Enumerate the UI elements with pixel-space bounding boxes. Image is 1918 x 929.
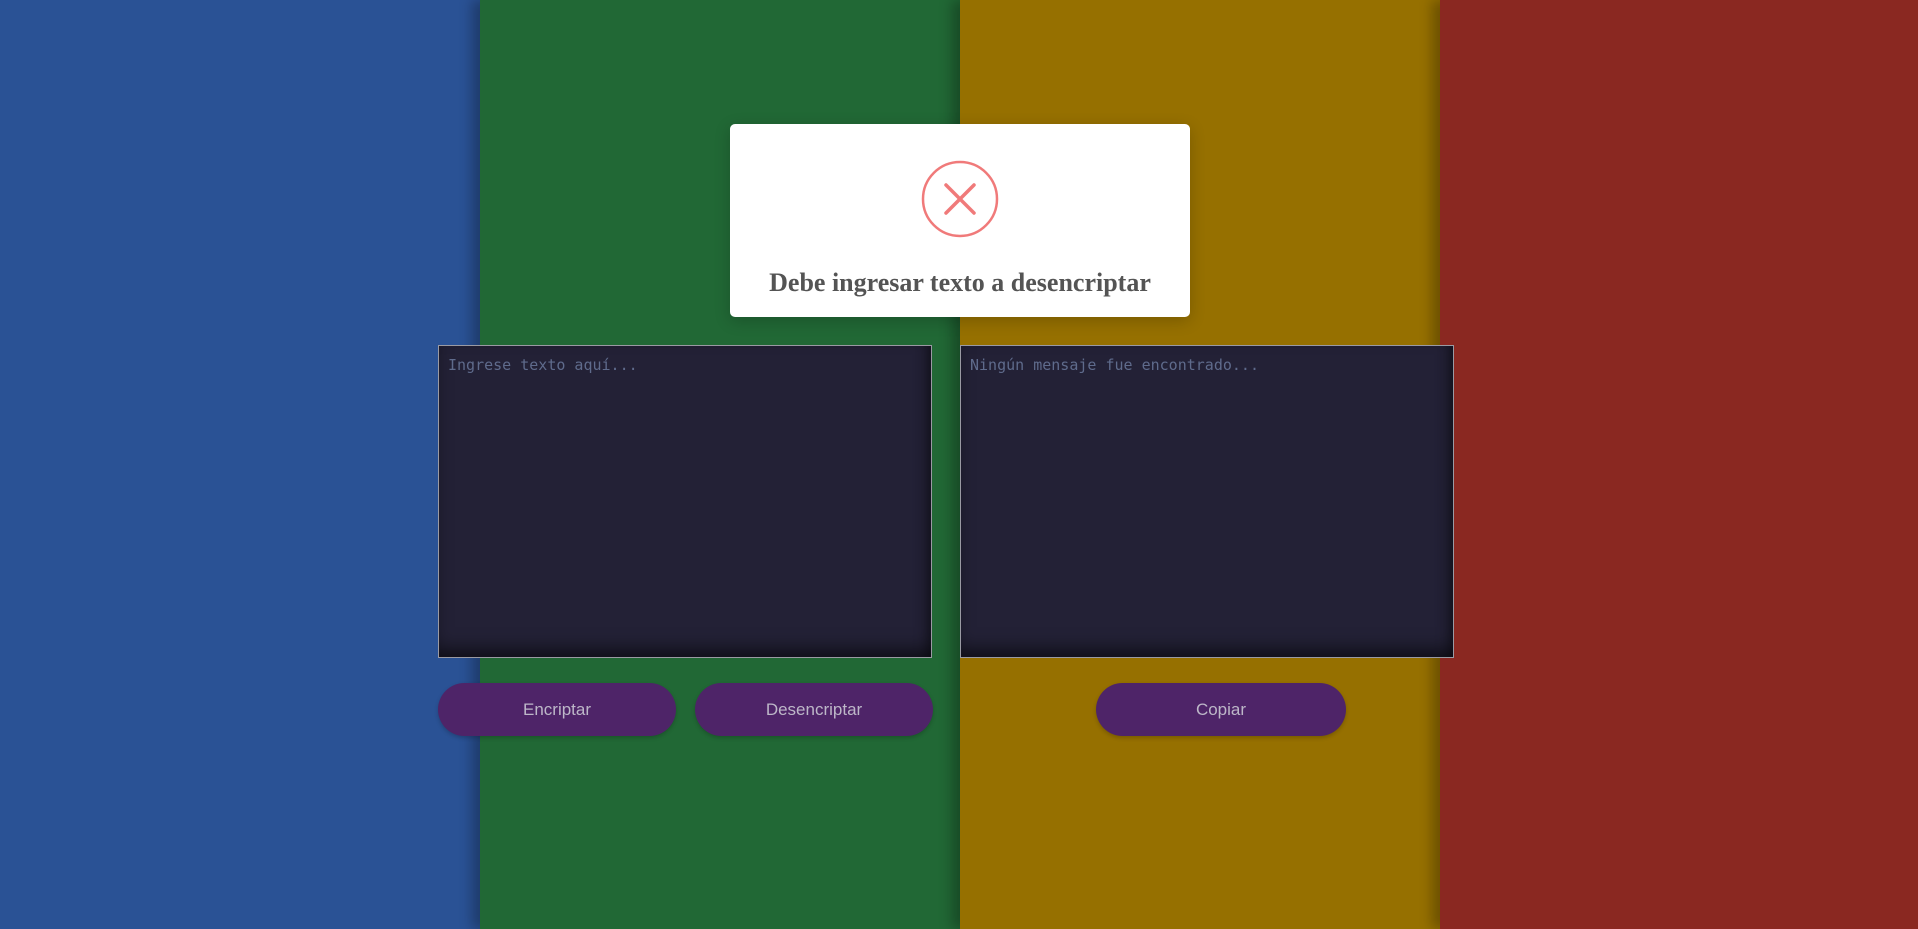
alert-message: Debe ingresar texto a desencriptar — [769, 268, 1151, 297]
modal-overlay[interactable]: Debe ingresar texto a desencriptar — [0, 0, 1918, 929]
error-alert-dialog: Debe ingresar texto a desencriptar — [730, 124, 1190, 317]
app-stage: Encriptar Desencriptar Copiar Debe ingre… — [0, 0, 1918, 929]
error-x-icon — [921, 160, 999, 238]
